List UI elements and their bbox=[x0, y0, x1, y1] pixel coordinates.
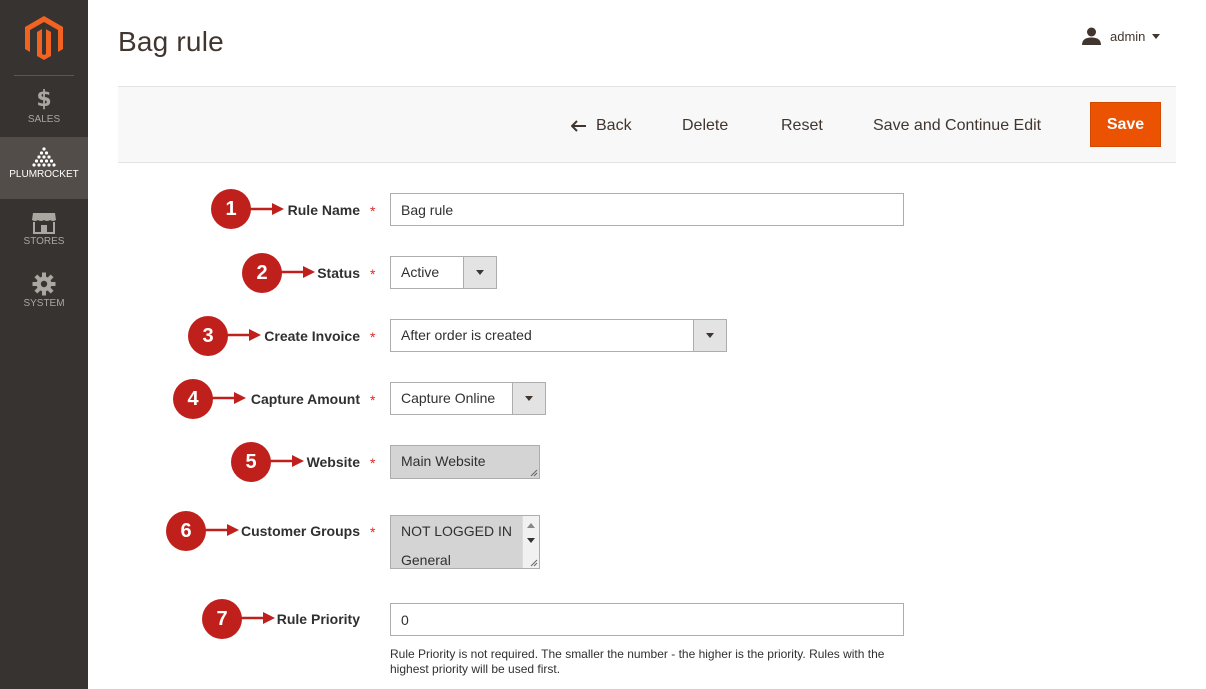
resize-handle-icon[interactable] bbox=[529, 558, 538, 567]
sidebar-item-label: SYSTEM bbox=[23, 298, 65, 309]
annotation-arrow-icon bbox=[227, 329, 261, 341]
status-select[interactable]: Active bbox=[390, 256, 497, 289]
customer-group-option[interactable]: General bbox=[401, 552, 451, 568]
sidebar-divider bbox=[14, 75, 74, 76]
annotation-badge-1: 1 bbox=[211, 189, 251, 229]
required-mark: * bbox=[370, 455, 376, 471]
status-label: Status bbox=[317, 265, 360, 281]
website-label: Website bbox=[306, 454, 360, 470]
annotation-arrow-icon bbox=[205, 524, 239, 536]
gear-icon bbox=[32, 272, 56, 296]
delete-button[interactable]: Delete bbox=[682, 115, 728, 137]
back-button[interactable]: Back bbox=[571, 115, 632, 137]
customer-groups-multiselect[interactable]: NOT LOGGED IN General bbox=[390, 515, 540, 569]
annotation-badge-7: 7 bbox=[202, 599, 242, 639]
annotation-badge-5: 5 bbox=[231, 442, 271, 482]
capture-amount-label: Capture Amount bbox=[250, 391, 360, 407]
rule-priority-label: Rule Priority bbox=[276, 611, 360, 627]
status-select-value: Active bbox=[401, 264, 440, 280]
required-mark: * bbox=[370, 266, 376, 282]
scroll-down-icon[interactable] bbox=[527, 538, 535, 543]
required-mark: * bbox=[370, 203, 376, 219]
capture-amount-select[interactable]: Capture Online bbox=[390, 382, 546, 415]
sidebar-item-label: STORES bbox=[23, 236, 65, 247]
page-title: Bag rule bbox=[118, 26, 224, 57]
required-mark: * bbox=[370, 524, 376, 540]
create-invoice-label: Create Invoice bbox=[264, 328, 360, 344]
save-and-continue-button[interactable]: Save and Continue Edit bbox=[873, 115, 1041, 137]
annotation-arrow-icon bbox=[250, 203, 284, 215]
create-invoice-select-value: After order is created bbox=[401, 327, 532, 343]
annotation-badge-6: 6 bbox=[166, 511, 206, 551]
page-actions-toolbar: Back Delete Reset Save and Continue Edit… bbox=[118, 86, 1176, 163]
scroll-up-icon[interactable] bbox=[527, 523, 535, 528]
sidebar-item-stores[interactable]: STORES bbox=[0, 200, 88, 262]
stores-icon bbox=[32, 213, 56, 234]
rule-name-input[interactable] bbox=[390, 193, 904, 226]
resize-handle-icon[interactable] bbox=[529, 468, 538, 477]
website-multiselect[interactable]: Main Website bbox=[390, 445, 540, 479]
chevron-down-icon bbox=[693, 320, 726, 351]
chevron-down-icon bbox=[463, 257, 496, 288]
arrow-left-icon bbox=[571, 120, 586, 132]
admin-username: admin bbox=[1110, 28, 1146, 44]
chevron-down-icon bbox=[1152, 33, 1161, 39]
back-button-label: Back bbox=[596, 117, 632, 134]
annotation-arrow-icon bbox=[270, 455, 304, 467]
plumrocket-icon bbox=[32, 147, 56, 167]
annotation-arrow-icon bbox=[212, 392, 246, 404]
magento-logo-icon[interactable] bbox=[25, 16, 63, 60]
sidebar-item-system[interactable]: SYSTEM bbox=[0, 262, 88, 324]
customer-groups-label: Customer Groups bbox=[240, 523, 360, 539]
required-mark: * bbox=[370, 392, 376, 408]
save-button[interactable]: Save bbox=[1090, 102, 1161, 147]
admin-user-menu[interactable]: admin bbox=[1082, 26, 1169, 46]
sidebar-item-plumrocket[interactable]: PLUMROCKET bbox=[0, 137, 88, 199]
annotation-arrow-icon bbox=[281, 266, 315, 278]
required-mark: * bbox=[370, 329, 376, 345]
admin-sidebar: $ SALES PLUMROCKET STORES SYSTEM bbox=[0, 0, 88, 689]
user-icon bbox=[1082, 27, 1101, 45]
rule-priority-note: Rule Priority is not required. The small… bbox=[390, 647, 885, 676]
annotation-badge-2: 2 bbox=[242, 253, 282, 293]
chevron-down-icon bbox=[512, 383, 545, 414]
annotation-badge-3: 3 bbox=[188, 316, 228, 356]
sidebar-item-label: PLUMROCKET bbox=[9, 169, 79, 180]
customer-group-option[interactable]: NOT LOGGED IN bbox=[401, 523, 512, 539]
website-option[interactable]: Main Website bbox=[401, 453, 486, 469]
sidebar-item-label: SALES bbox=[27, 114, 61, 125]
annotation-badge-4: 4 bbox=[173, 379, 213, 419]
create-invoice-select[interactable]: After order is created bbox=[390, 319, 727, 352]
reset-button[interactable]: Reset bbox=[781, 115, 823, 137]
rule-priority-input[interactable] bbox=[390, 603, 904, 636]
capture-amount-select-value: Capture Online bbox=[401, 390, 496, 406]
annotation-arrow-icon bbox=[241, 612, 275, 624]
dollar-icon: $ bbox=[36, 87, 52, 112]
rule-name-label: Rule Name bbox=[287, 202, 360, 218]
